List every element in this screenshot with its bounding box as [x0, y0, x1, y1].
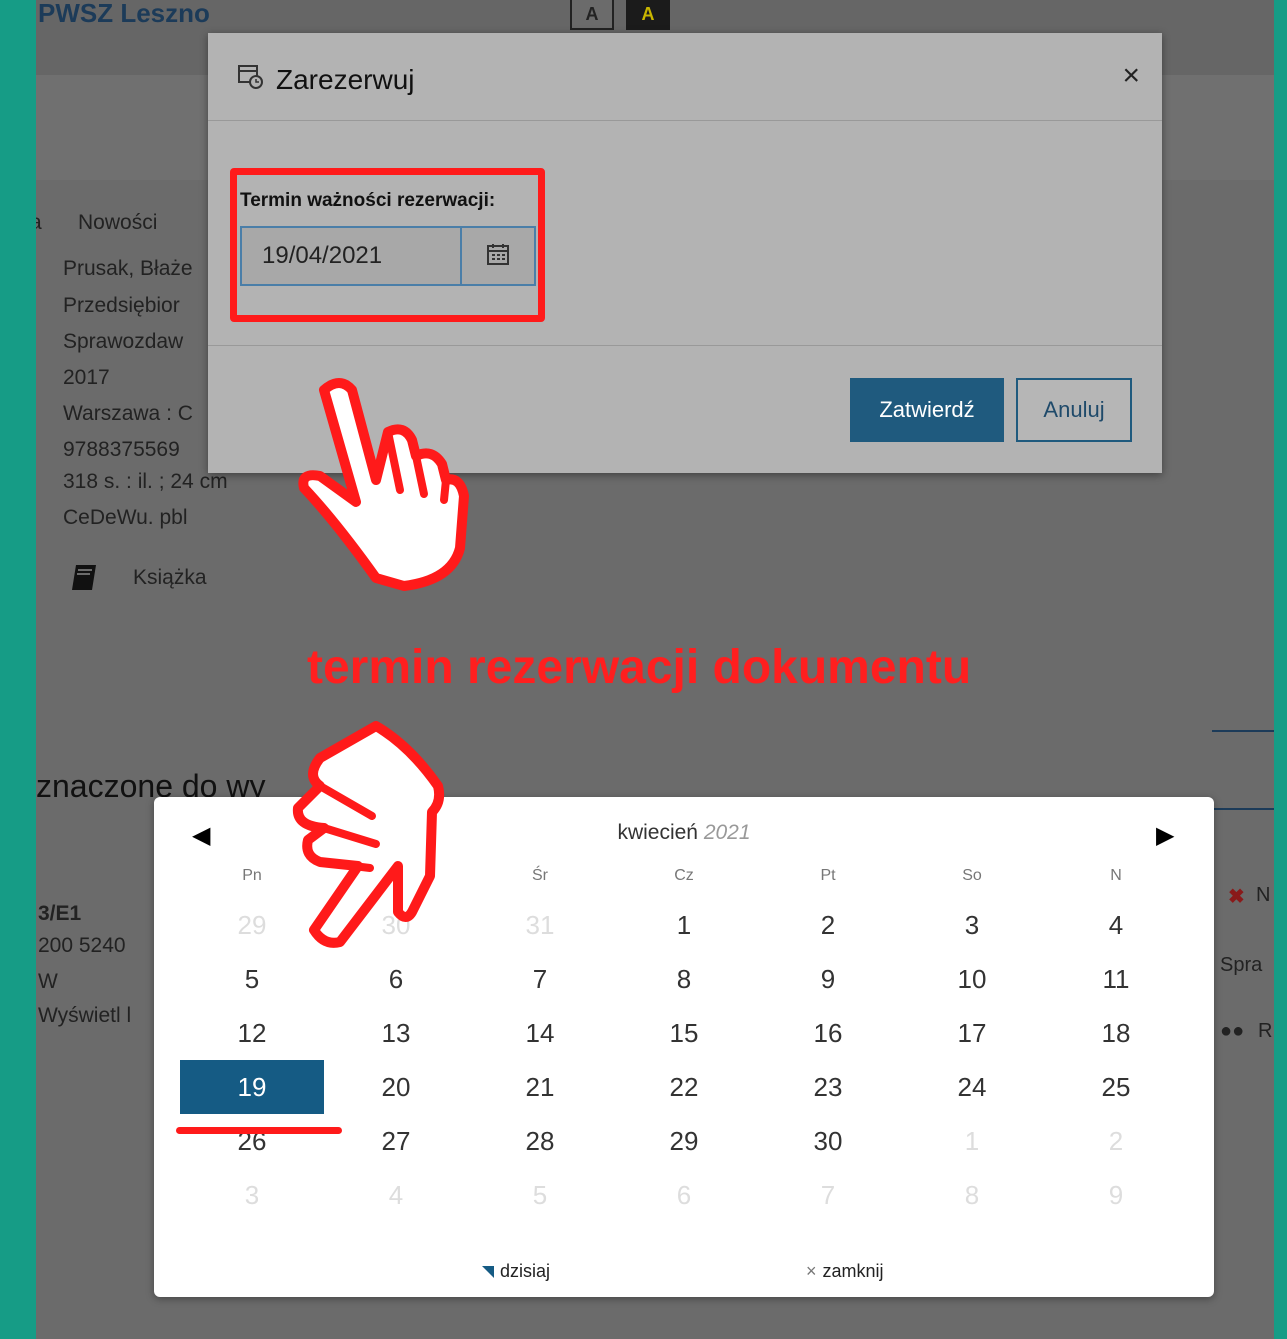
- book-icon: [68, 562, 100, 599]
- copy-location: W: [38, 970, 58, 993]
- confirm-button[interactable]: Zatwierdź: [850, 378, 1004, 442]
- calendar-day-other-month[interactable]: 4: [324, 1168, 468, 1222]
- calendar-day-other-month[interactable]: 1: [900, 1114, 1044, 1168]
- calendar-day[interactable]: 22: [612, 1060, 756, 1114]
- calendar-day[interactable]: 3: [900, 898, 1044, 952]
- today-label: dzisiaj: [500, 1261, 551, 1281]
- calendar-day[interactable]: 1: [612, 898, 756, 952]
- calendar-day-other-month[interactable]: 5: [468, 1168, 612, 1222]
- calendar-day-other-month[interactable]: 2: [1044, 1114, 1188, 1168]
- calendar-day[interactable]: 12: [180, 1006, 324, 1060]
- calendar-day[interactable]: 27: [324, 1114, 468, 1168]
- users-icon: ●●: [1220, 1020, 1245, 1042]
- record-title-line: Sprawozdaw: [63, 330, 184, 353]
- calendar-year: 2021: [703, 821, 751, 844]
- calendar-day[interactable]: 11: [1044, 952, 1188, 1006]
- calendar-day[interactable]: 24: [900, 1060, 1044, 1114]
- calendar-day[interactable]: 8: [612, 952, 756, 1006]
- weekday-header: Pt: [820, 867, 836, 884]
- record-isbn: 9788375569: [63, 438, 180, 461]
- show-details-link[interactable]: Wyświetl l: [38, 1004, 131, 1028]
- calendar-day-other-month[interactable]: 9: [1044, 1168, 1188, 1222]
- highlight-box: [230, 168, 545, 322]
- contrast-button[interactable]: A: [626, 0, 670, 30]
- record-publisher: Warszawa : C: [63, 402, 193, 425]
- calendar-day[interactable]: 13: [324, 1006, 468, 1060]
- calendar-day[interactable]: 2: [756, 898, 900, 952]
- status-partial: N: [1256, 884, 1271, 906]
- calendar-day-other-month[interactable]: 3: [180, 1168, 324, 1222]
- calendar-day[interactable]: 30: [756, 1114, 900, 1168]
- action-link-partial[interactable]: Spra: [1220, 954, 1262, 977]
- calendar-day[interactable]: 9: [756, 952, 900, 1006]
- accessibility-buttons: A A: [570, 0, 670, 30]
- weekday-header: So: [962, 867, 982, 884]
- calendar-day-other-month[interactable]: 6: [612, 1168, 756, 1222]
- nav-link-news[interactable]: Nowości: [78, 211, 157, 235]
- calendar-day[interactable]: 29: [612, 1114, 756, 1168]
- record-author[interactable]: Prusak, Błaże: [63, 257, 193, 281]
- font-size-button[interactable]: A: [570, 0, 614, 30]
- record-extent: 318 s. : il. ; 24 cm: [63, 470, 228, 493]
- modal-divider: [208, 120, 1162, 121]
- cancel-button[interactable]: Anuluj: [1016, 378, 1132, 442]
- calendar-day-other-month[interactable]: 31: [468, 898, 612, 952]
- calendar-day[interactable]: 20: [324, 1060, 468, 1114]
- calendar-day-other-month[interactable]: 7: [756, 1168, 900, 1222]
- record-series: CeDeWu. pbl: [63, 506, 188, 529]
- annotation-caption: termin rezerwacji dokumentu: [307, 641, 972, 694]
- record-year: 2017: [63, 366, 110, 389]
- calendar-day[interactable]: 4: [1044, 898, 1188, 952]
- calendar-clock-icon: [236, 61, 266, 98]
- calendar-day[interactable]: 21: [468, 1060, 612, 1114]
- modal-divider: [208, 345, 1162, 346]
- nav-link-partial[interactable]: a: [36, 211, 42, 235]
- close-icon: ×: [806, 1261, 817, 1281]
- selected-date-underline: [176, 1127, 342, 1134]
- record-title-line: Przedsiębior: [63, 294, 180, 317]
- calendar-day[interactable]: 28: [468, 1114, 612, 1168]
- record-type: Książka: [133, 566, 207, 589]
- calendar-day-other-month[interactable]: 8: [900, 1168, 1044, 1222]
- calendar-day[interactable]: 14: [468, 1006, 612, 1060]
- calendar-day[interactable]: 5: [180, 952, 324, 1006]
- calendar-day[interactable]: 18: [1044, 1006, 1188, 1060]
- unavailable-icon: ✖: [1228, 886, 1245, 908]
- today-button[interactable]: dzisiaj: [482, 1261, 550, 1282]
- calendar-day[interactable]: 25: [1044, 1060, 1188, 1114]
- calendar-day[interactable]: 23: [756, 1060, 900, 1114]
- calendar-day[interactable]: 16: [756, 1006, 900, 1060]
- weekday-header: Cz: [674, 867, 694, 884]
- calendar-month: kwiecień: [617, 821, 698, 844]
- weekday-header: Śr: [532, 867, 548, 884]
- calendar-day[interactable]: 10: [900, 952, 1044, 1006]
- modal-title-text: Zarezerwuj: [276, 63, 415, 95]
- copy-inventory: 200 5240: [38, 934, 126, 957]
- calendar-day[interactable]: 17: [900, 1006, 1044, 1060]
- next-month-icon[interactable]: ▶: [1156, 821, 1174, 850]
- calendar-day[interactable]: 15: [612, 1006, 756, 1060]
- pointer-hand-icon: [292, 721, 445, 948]
- close-calendar-label: zamknij: [822, 1261, 884, 1281]
- divider: [1212, 808, 1274, 810]
- calendar-day[interactable]: 26: [180, 1114, 324, 1168]
- calendar-day[interactable]: 7: [468, 952, 612, 1006]
- site-title[interactable]: PWSZ Leszno: [38, 0, 210, 29]
- action-link-partial[interactable]: R: [1258, 1020, 1272, 1043]
- weekday-header: N: [1110, 867, 1122, 884]
- close-calendar-button[interactable]: × zamknij: [806, 1261, 884, 1282]
- modal-title: Zarezerwuj: [236, 61, 414, 98]
- copy-signature: 3/E1: [38, 902, 82, 925]
- divider: [1212, 730, 1274, 732]
- calendar-day-selected[interactable]: 19: [180, 1060, 324, 1114]
- pointer-hand-icon: [298, 378, 469, 591]
- close-icon[interactable]: ×: [1122, 59, 1140, 93]
- calendar-day[interactable]: 6: [324, 952, 468, 1006]
- today-icon: [482, 1265, 494, 1278]
